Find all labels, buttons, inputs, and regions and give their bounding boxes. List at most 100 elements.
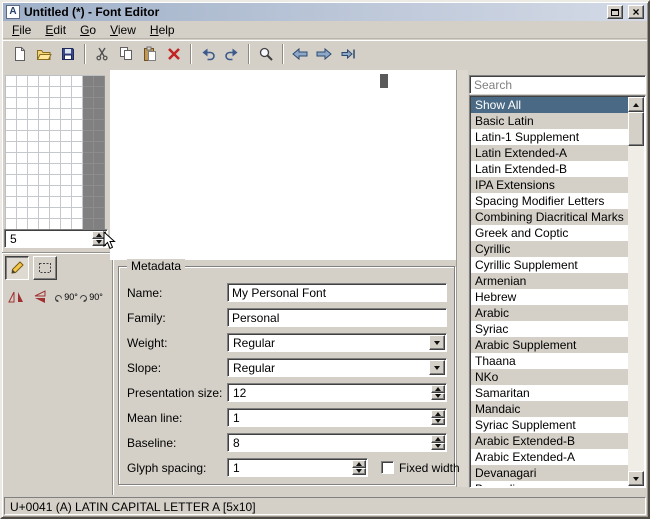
glyph-size-input[interactable] [6, 231, 91, 246]
pixel-cell[interactable] [61, 76, 72, 87]
rotate-right-button[interactable]: 90° [79, 288, 103, 306]
unicode-block-item[interactable]: Bengali [471, 481, 628, 486]
pixel-cell[interactable] [83, 142, 94, 153]
unicode-block-item[interactable]: Thaana [471, 353, 628, 369]
weight-dropdown-arrow-button[interactable] [429, 335, 445, 350]
pixel-cell[interactable] [17, 197, 28, 208]
pixel-cell[interactable] [28, 120, 39, 131]
unicode-block-item[interactable]: Arabic Extended-A [471, 449, 628, 465]
pixel-cell[interactable] [83, 164, 94, 175]
pixel-cell[interactable] [72, 120, 83, 131]
pixel-cell[interactable] [72, 153, 83, 164]
unicode-block-item[interactable]: Hebrew [471, 289, 628, 305]
unicode-block-item[interactable]: Syriac [471, 321, 628, 337]
slope-dropdown-arrow-button[interactable] [429, 360, 445, 375]
pixel-cell[interactable] [28, 197, 39, 208]
pixel-cell[interactable] [83, 197, 94, 208]
unicode-block-item[interactable]: Latin Extended-A [471, 145, 628, 161]
preview-scrollbar[interactable] [456, 70, 468, 487]
pixel-cell[interactable] [6, 131, 17, 142]
pixel-cell[interactable] [39, 208, 50, 219]
pixel-cell[interactable] [94, 87, 105, 98]
pixel-cell[interactable] [83, 186, 94, 197]
pixel-cell[interactable] [72, 76, 83, 87]
unicode-block-item[interactable]: NKo [471, 369, 628, 385]
spin-up-button[interactable] [352, 460, 366, 468]
maximize-button[interactable] [607, 5, 623, 19]
pixel-cell[interactable] [83, 120, 94, 131]
search-input[interactable] [469, 75, 646, 94]
pixel-cell[interactable] [61, 109, 72, 120]
pixel-cell[interactable] [50, 186, 61, 197]
unicode-block-item[interactable]: Latin Extended-B [471, 161, 628, 177]
unicode-block-item[interactable]: Spacing Modifier Letters [471, 193, 628, 209]
pixel-cell[interactable] [50, 76, 61, 87]
pixel-cell[interactable] [72, 175, 83, 186]
pixel-cell[interactable] [50, 109, 61, 120]
pixel-cell[interactable] [50, 153, 61, 164]
unicode-block-item[interactable]: Combining Diacritical Marks [471, 209, 628, 225]
pixel-cell[interactable] [17, 164, 28, 175]
pixel-cell[interactable] [39, 109, 50, 120]
pixel-cell[interactable] [39, 153, 50, 164]
spin-down-button[interactable] [431, 443, 445, 451]
pixel-cell[interactable] [50, 142, 61, 153]
pixel-cell[interactable] [50, 98, 61, 109]
pixel-cell[interactable] [61, 153, 72, 164]
presentation-size-input[interactable] [229, 385, 430, 400]
pixel-cell[interactable] [28, 186, 39, 197]
pixel-cell[interactable] [39, 197, 50, 208]
slope-dropdown[interactable]: Regular [227, 358, 447, 377]
pixel-cell[interactable] [72, 142, 83, 153]
pixel-cell[interactable] [50, 208, 61, 219]
pixel-cell[interactable] [17, 186, 28, 197]
pixel-cell[interactable] [94, 142, 105, 153]
menu-item[interactable]: Edit [38, 21, 73, 39]
select-tool-button[interactable] [33, 256, 57, 280]
close-button[interactable]: × [628, 5, 644, 19]
pixel-cell[interactable] [39, 120, 50, 131]
pixel-cell[interactable] [39, 142, 50, 153]
unicode-block-item[interactable]: Syriac Supplement [471, 417, 628, 433]
pixel-cell[interactable] [6, 76, 17, 87]
unicode-block-item[interactable]: Samaritan [471, 385, 628, 401]
pixel-cell[interactable] [17, 109, 28, 120]
pencil-tool-button[interactable] [5, 256, 29, 280]
pixel-cell[interactable] [61, 142, 72, 153]
open-button[interactable] [32, 42, 56, 66]
pixel-cell[interactable] [17, 98, 28, 109]
pixel-cell[interactable] [94, 197, 105, 208]
pixel-cell[interactable] [50, 120, 61, 131]
pixel-cell[interactable] [94, 153, 105, 164]
pixel-cell[interactable] [28, 131, 39, 142]
pixel-cell[interactable] [28, 175, 39, 186]
pixel-cell[interactable] [94, 186, 105, 197]
pixel-cell[interactable] [61, 164, 72, 175]
unicode-block-item[interactable]: Greek and Coptic [471, 225, 628, 241]
pixel-cell[interactable] [72, 186, 83, 197]
pixel-cell[interactable] [72, 109, 83, 120]
unicode-block-item[interactable]: IPA Extensions [471, 177, 628, 193]
scrollbar-thumb[interactable] [628, 112, 644, 146]
pixel-cell[interactable] [61, 87, 72, 98]
pixel-cell[interactable] [6, 153, 17, 164]
pixel-cell[interactable] [6, 87, 17, 98]
pixel-cell[interactable] [83, 153, 94, 164]
spin-down-button[interactable] [431, 418, 445, 426]
pixel-cell[interactable] [83, 131, 94, 142]
menu-item[interactable]: View [103, 21, 143, 39]
pixel-cell[interactable] [6, 175, 17, 186]
pixel-cell[interactable] [61, 208, 72, 219]
pixel-cell[interactable] [94, 98, 105, 109]
unicode-block-item[interactable]: Arabic Extended-B [471, 433, 628, 449]
pixel-cell[interactable] [50, 164, 61, 175]
pixel-cell[interactable] [28, 98, 39, 109]
pixel-cell[interactable] [83, 76, 94, 87]
pixel-cell[interactable] [72, 197, 83, 208]
menu-item[interactable]: Go [73, 21, 103, 39]
pixel-cell[interactable] [83, 109, 94, 120]
pixel-cell[interactable] [72, 131, 83, 142]
pixel-cell[interactable] [83, 87, 94, 98]
pixel-cell[interactable] [61, 197, 72, 208]
pixel-cell[interactable] [83, 98, 94, 109]
